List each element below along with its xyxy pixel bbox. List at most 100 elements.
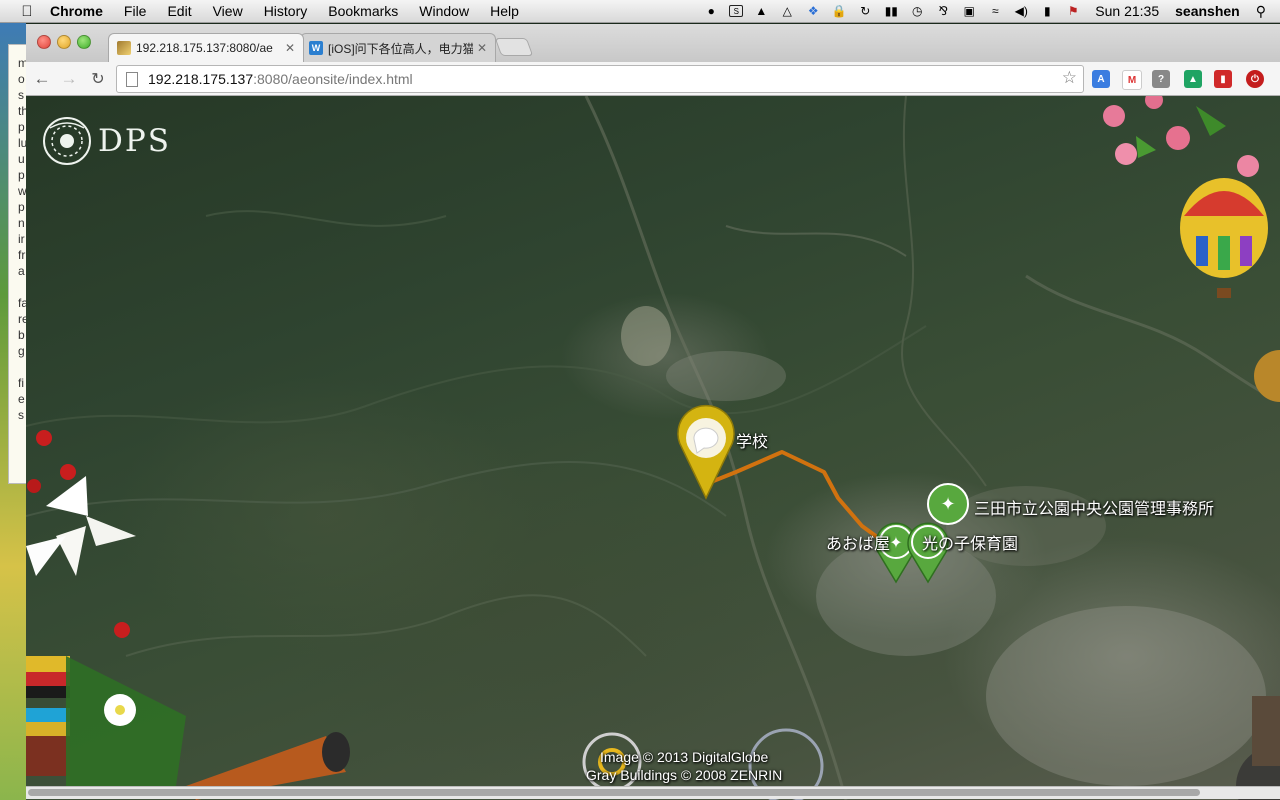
menu-view[interactable]: View	[213, 3, 243, 19]
background-text-line: w	[18, 184, 26, 198]
background-text-line: e	[18, 392, 25, 406]
minimize-window-button[interactable]	[57, 35, 71, 49]
background-text-line: p	[18, 168, 25, 182]
browser-toolbar: ← → ↻ 192.218.175.137:8080/aeonsite/inde…	[26, 62, 1280, 96]
back-arrow-icon[interactable]: ←	[32, 69, 52, 89]
pin-label-nursery[interactable]: 光の子保育園	[922, 530, 1018, 554]
dps-logo: DPS	[40, 114, 171, 168]
map-viewport[interactable]: ✦ ✦ ✦ DPS 学校 三田市立公園中央公園管理事務所 あおば屋 光の子保育園…	[26, 96, 1280, 800]
background-text-line: re	[18, 312, 26, 326]
background-text-line: p	[18, 120, 25, 134]
time-machine-icon[interactable]: ◷	[909, 4, 925, 18]
background-text-line: fi	[18, 376, 24, 390]
close-tab-icon[interactable]: ✕	[285, 41, 295, 55]
power-extension-icon[interactable]: ⏻	[1246, 70, 1264, 88]
background-text-line: n	[18, 216, 25, 230]
gmail-extension-icon[interactable]: M	[1122, 70, 1142, 90]
background-text-line: a	[18, 264, 25, 278]
screen-icon[interactable]: S	[729, 5, 744, 17]
spotlight-icon[interactable]: ⚲	[1256, 3, 1266, 20]
address-bar[interactable]: 192.218.175.137:8080/aeonsite/index.html…	[116, 65, 1084, 93]
translate-extension-icon[interactable]: A	[1092, 70, 1110, 88]
background-text-line: p	[18, 200, 25, 214]
menu-window[interactable]: Window	[419, 3, 469, 19]
pin-label-school[interactable]: 学校	[736, 428, 768, 452]
page-icon	[126, 71, 138, 87]
menu-app-name[interactable]: Chrome	[50, 3, 103, 19]
background-text-line: fr	[18, 248, 26, 262]
battery-icon[interactable]: ▮	[1039, 4, 1055, 18]
svg-text:✦: ✦	[889, 533, 902, 552]
favicon-icon: W	[309, 41, 323, 55]
lily-decoration-icon	[26, 430, 136, 638]
bookmark-extension-icon[interactable]: ▮	[1214, 70, 1232, 88]
park-office-pin-icon[interactable]: ✦	[927, 483, 969, 525]
map-copyright: Image © 2013 DigitalGlobe Gray Buildings…	[586, 748, 782, 784]
wifi-icon[interactable]: ≈	[987, 4, 1003, 18]
favicon-icon	[117, 41, 131, 55]
penguin-icon[interactable]: ●	[703, 4, 719, 18]
background-text-line: lu	[18, 136, 26, 150]
reload-icon[interactable]: ↻	[88, 69, 108, 89]
menu-help[interactable]: Help	[490, 3, 519, 19]
menu-history[interactable]: History	[264, 3, 308, 19]
background-text-line	[18, 279, 26, 295]
tab-strip: 192.218.175.137:8080/ae ✕ W [iOS]问下各位高人，…	[26, 24, 1280, 62]
apple-menu-icon[interactable]: 	[18, 2, 36, 20]
forward-arrow-icon[interactable]: →	[59, 69, 79, 89]
menu-clock[interactable]: Sun 21:35	[1095, 3, 1159, 19]
battery-meter-icon[interactable]: ▮▮	[883, 4, 899, 18]
status-area: ● S ▲ △ ❖ 🔒 ↻ ▮▮ ◷ ⅋ ▣ ≈ ◀) ▮ ⚑ Sun 21:3…	[693, 0, 1266, 22]
tab-title: 192.218.175.137:8080/ae	[136, 41, 273, 55]
copyright-line: Image © 2013 DigitalGlobe	[599, 749, 769, 765]
dropbox-icon[interactable]: ❖	[805, 4, 821, 18]
pin-label-aobaya[interactable]: あおば屋	[826, 530, 890, 554]
scrollbar-thumb[interactable]	[28, 789, 1200, 796]
background-text-line: b	[18, 328, 25, 342]
horizontal-scrollbar[interactable]	[26, 786, 1280, 799]
background-document: mosthpluupwpnirfra farebg fies	[8, 44, 26, 484]
display-icon[interactable]: ▣	[961, 4, 977, 18]
background-text-line: g	[18, 344, 25, 358]
menu-bookmarks[interactable]: Bookmarks	[328, 3, 398, 19]
drive-extension-icon[interactable]: ▲	[1184, 70, 1202, 88]
pin-label-park-office[interactable]: 三田市立公園中央公園管理事務所	[974, 495, 1214, 519]
close-tab-icon[interactable]: ✕	[477, 41, 487, 55]
background-text-line: m	[18, 55, 26, 71]
svg-text:✦: ✦	[940, 494, 955, 515]
background-text-line: th	[18, 104, 26, 118]
tab-title: [iOS]问下各位高人，电力猫迷	[328, 41, 473, 56]
lock-icon[interactable]: 🔒	[831, 4, 847, 18]
roses-decoration-icon	[1103, 96, 1259, 177]
menu-edit[interactable]: Edit	[167, 3, 191, 19]
flag-icon[interactable]: ⚑	[1065, 4, 1081, 18]
background-text-line: o	[18, 72, 25, 86]
menu-bar:  Chrome File Edit View History Bookmark…	[0, 0, 1280, 23]
new-tab-button[interactable]	[494, 38, 534, 56]
background-text-line: s	[18, 408, 24, 422]
tab-inactive[interactable]: W [iOS]问下各位高人，电力猫迷 ✕	[300, 33, 496, 62]
background-text-line	[18, 359, 26, 375]
close-window-button[interactable]	[37, 35, 51, 49]
logo-text: DPS	[98, 123, 171, 159]
background-text-line: u	[18, 152, 25, 166]
map-layer: ✦ ✦ ✦	[26, 96, 1280, 800]
background-text-line: s	[18, 88, 24, 102]
menu-file[interactable]: File	[124, 3, 147, 19]
books-decoration-icon	[26, 656, 186, 786]
url-path: :8080/aeonsite/index.html	[253, 71, 413, 87]
dps-logo-icon	[43, 117, 91, 165]
zoom-window-button[interactable]	[77, 35, 91, 49]
background-text-line: ir	[18, 232, 25, 246]
school-pin-icon[interactable]	[677, 404, 735, 500]
sync-icon[interactable]: ↻	[857, 4, 873, 18]
tab-active[interactable]: 192.218.175.137:8080/ae ✕	[108, 33, 304, 62]
volume-icon[interactable]: ◀)	[1013, 4, 1029, 18]
evernote-icon[interactable]: ▲	[753, 4, 769, 18]
menu-user[interactable]: seanshen	[1175, 3, 1240, 19]
puzzle-extension-icon[interactable]: ?	[1152, 70, 1170, 88]
google-drive-icon[interactable]: △	[779, 4, 795, 18]
bluetooth-icon[interactable]: ⅋	[935, 4, 951, 18]
browser-window: 192.218.175.137:8080/ae ✕ W [iOS]问下各位高人，…	[26, 24, 1280, 800]
bookmark-star-icon[interactable]: ☆	[1062, 68, 1077, 88]
